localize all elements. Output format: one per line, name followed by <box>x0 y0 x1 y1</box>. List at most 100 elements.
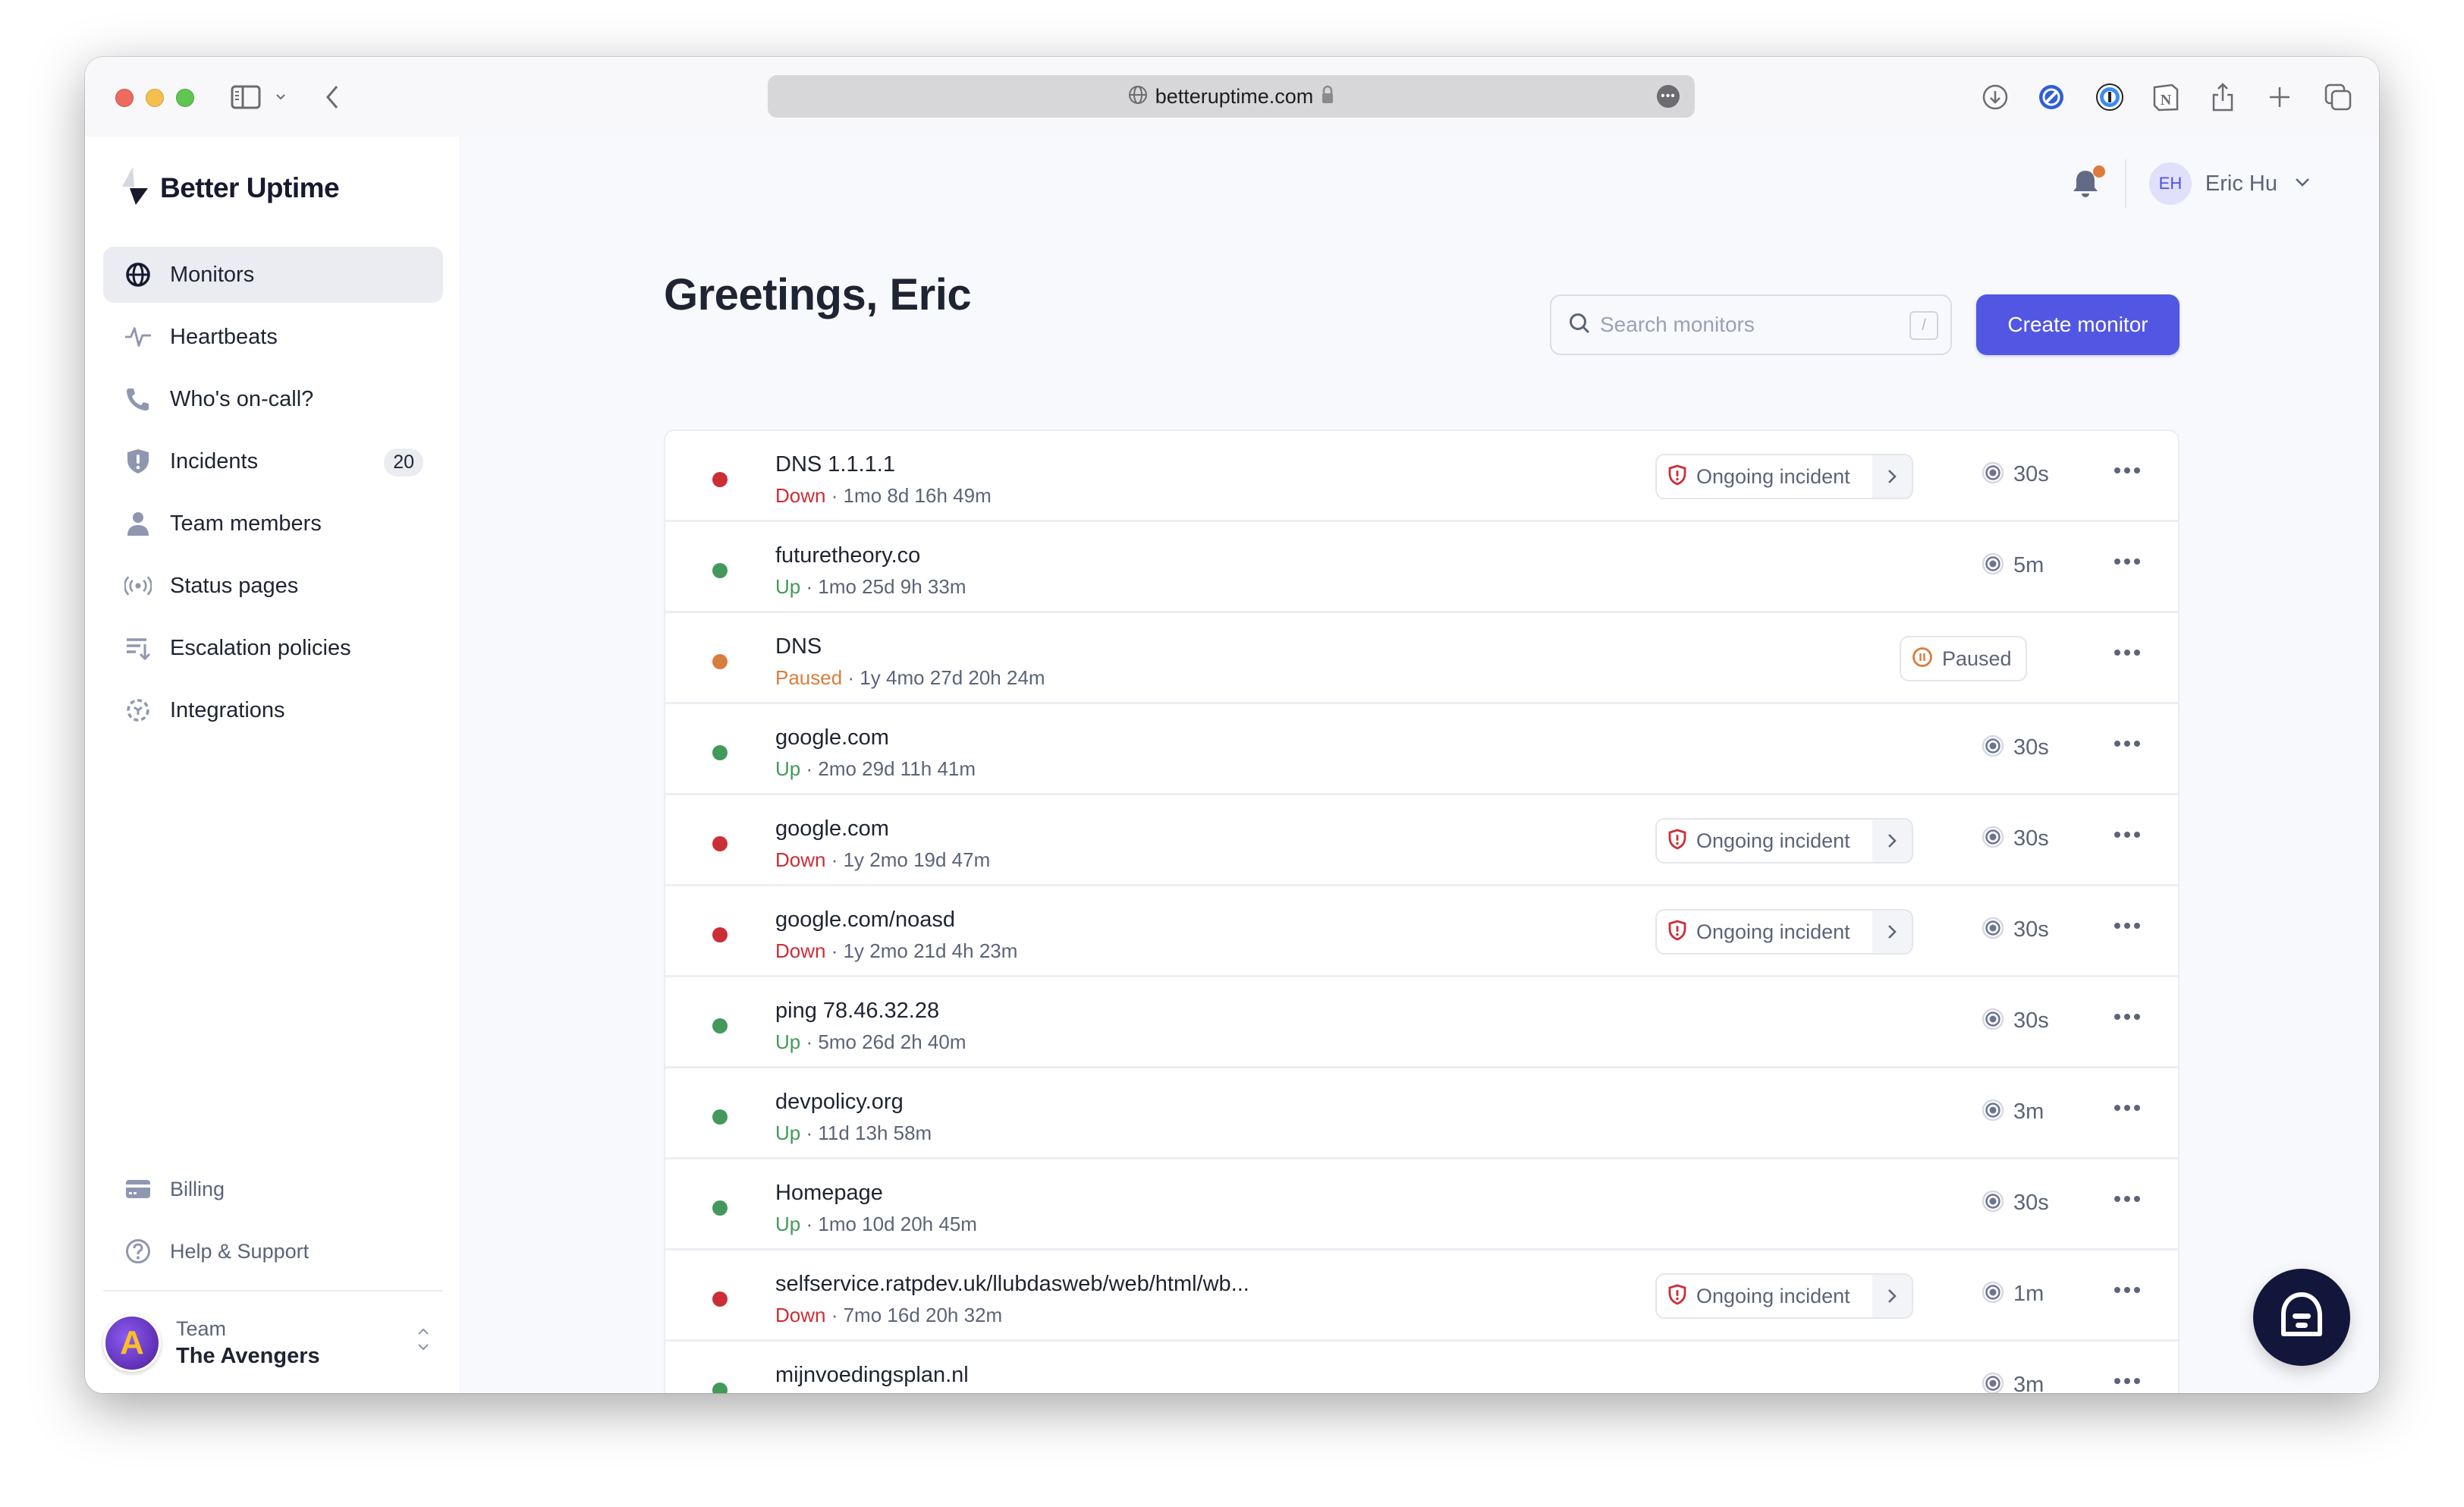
monitor-row[interactable]: devpolicy.org Up · 11d 13h 58m 3m <box>665 1068 2178 1159</box>
sidebar-item-incidents[interactable]: Incidents 20 <box>103 433 443 489</box>
back-icon[interactable] <box>325 80 340 115</box>
sidebar-item-on-call[interactable]: Who's on-call? <box>103 371 443 427</box>
monitor-name[interactable]: selfservice.ratpdev.uk/llubdasweb/web/ht… <box>775 1272 1249 1297</box>
team-switcher[interactable]: A Team The Avengers <box>103 1305 443 1381</box>
notifications-button[interactable] <box>2072 165 2105 199</box>
sidebar-item-escalation-policies[interactable]: Escalation policies <box>103 620 443 676</box>
monitor-name[interactable]: ping 78.46.32.28 <box>775 999 939 1024</box>
frequency-value: 3m <box>2013 1100 2044 1124</box>
more-options-button[interactable] <box>2114 1287 2140 1293</box>
address-bar[interactable]: betteruptime.com ••• <box>768 75 1695 118</box>
radar-icon <box>1982 1281 2004 1307</box>
monitor-name[interactable]: DNS <box>775 634 822 659</box>
monitor-row[interactable]: futuretheory.co Up · 1mo 25d 9h 33m 5m <box>665 522 2178 613</box>
sidebar-item-monitors[interactable]: Monitors <box>103 247 443 303</box>
monitor-row[interactable]: selfservice.ratpdev.uk/llubdasweb/web/ht… <box>665 1251 2178 1342</box>
ongoing-incident-button[interactable]: Ongoing incident <box>1655 818 1913 864</box>
sidebar-item-team-members[interactable]: Team members <box>103 496 443 552</box>
monitor-name[interactable]: Homepage <box>775 1181 883 1206</box>
more-options-button[interactable] <box>2114 741 2140 747</box>
monitor-row[interactable]: ping 78.46.32.28 Up · 5mo 26d 2h 40m 30s <box>665 977 2178 1068</box>
tabs-overview-icon[interactable] <box>2324 80 2352 115</box>
monitor-name[interactable]: futuretheory.co <box>775 543 920 568</box>
sidebar-toggle-icon[interactable] <box>231 80 261 115</box>
monitor-row[interactable]: DNS 1.1.1.1 Down · 1mo 8d 16h 49m Ongoing … <box>665 431 2178 522</box>
new-tab-icon[interactable] <box>2268 80 2291 115</box>
close-window-button[interactable] <box>115 89 134 107</box>
globe-icon <box>1128 85 1148 109</box>
more-options-button[interactable] <box>2114 467 2140 473</box>
dot <box>2124 650 2130 656</box>
dot <box>2114 558 2120 565</box>
maximize-window-button[interactable] <box>176 89 194 107</box>
status-dot <box>712 927 728 942</box>
password-manager-icon[interactable] <box>2095 80 2124 115</box>
search-input[interactable] <box>1600 313 1888 337</box>
sidebar-item-status-pages[interactable]: Status pages <box>103 558 443 614</box>
monitor-row[interactable]: google.com Down · 1y 2mo 19d 47m Ongoing i… <box>665 795 2178 886</box>
sidebar-nav: Monitors Heartbeats Who's on-call? Incid… <box>103 247 443 744</box>
help-circle-icon <box>124 1238 152 1265</box>
sidebar-item-label: Incidents <box>170 448 259 473</box>
monitor-row[interactable]: DNS Paused · 1y 4mo 27d 20h 24m Paused <box>665 613 2178 704</box>
notion-icon[interactable]: N <box>2152 80 2180 115</box>
dot <box>2134 832 2140 838</box>
url-text: betteruptime.com <box>1155 84 1314 108</box>
monitor-name[interactable]: devpolicy.org <box>775 1090 904 1115</box>
monitor-name[interactable]: google.com <box>775 816 889 842</box>
more-options-button[interactable] <box>2114 1378 2140 1384</box>
sidebar-item-billing[interactable]: Billing <box>103 1161 443 1217</box>
monitor-name[interactable]: mijnvoedingsplan.nl <box>775 1363 969 1388</box>
radar-icon <box>1982 1190 2004 1216</box>
more-options-button[interactable] <box>2114 1105 2140 1111</box>
monitor-duration: 1mo 25d 9h 33m <box>818 575 966 598</box>
dot <box>2134 1287 2140 1293</box>
ongoing-incident-button[interactable]: Ongoing incident <box>1655 454 1913 499</box>
monitor-row[interactable]: mijnvoedingsplan.nlUp3m <box>665 1342 2178 1393</box>
more-options-button[interactable] <box>2114 558 2140 565</box>
status-dot <box>712 654 728 669</box>
status-dot <box>712 745 728 760</box>
more-options-button[interactable] <box>2114 650 2140 656</box>
monitor-row[interactable]: google.com Up · 2mo 29d 11h 41m 30s <box>665 704 2178 795</box>
create-monitor-button[interactable]: Create monitor <box>1976 294 2180 355</box>
monitor-name[interactable]: DNS 1.1.1.1 <box>775 452 895 477</box>
dot <box>2114 1287 2120 1293</box>
paused-label: Paused <box>1942 647 2012 670</box>
sidebar-item-heartbeats[interactable]: Heartbeats <box>103 309 443 365</box>
monitor-name[interactable]: google.com/noasd <box>775 908 955 933</box>
brand-logo[interactable]: Better Uptime <box>119 167 340 209</box>
share-icon[interactable] <box>2211 80 2235 115</box>
dot <box>2134 741 2140 747</box>
more-options-button[interactable] <box>2114 1014 2140 1020</box>
adblock-icon[interactable] <box>2038 80 2065 115</box>
download-icon[interactable] <box>1982 80 2009 115</box>
phone-icon <box>124 385 152 413</box>
radar-icon <box>1982 1372 2004 1393</box>
more-options-button[interactable] <box>2114 1196 2140 1202</box>
monitor-name[interactable]: google.com <box>775 725 889 750</box>
sidebar-item-help[interactable]: Help & Support <box>103 1223 443 1279</box>
ongoing-incident-button[interactable]: Ongoing incident <box>1655 1273 1913 1319</box>
monitor-status: Up <box>775 1213 801 1235</box>
minimize-window-button[interactable] <box>146 89 164 107</box>
monitor-status: Down <box>775 939 826 962</box>
lock-icon <box>1321 85 1334 109</box>
sidebar-item-integrations[interactable]: Integrations <box>103 682 443 738</box>
support-chat-button[interactable] <box>2253 1269 2350 1366</box>
monitor-row[interactable]: google.com/noasd Down · 1y 2mo 21d 4h 23m… <box>665 886 2178 977</box>
page-options-icon[interactable]: ••• <box>1657 85 1680 108</box>
ongoing-incident-button[interactable]: Ongoing incident <box>1655 909 1913 955</box>
monitor-status-line: Up · 1mo 25d 9h 33m <box>775 575 966 598</box>
chevron-down-icon[interactable] <box>275 80 287 115</box>
monitor-status-line: Up · 5mo 26d 2h 40m <box>775 1030 966 1053</box>
more-options-button[interactable] <box>2114 923 2140 929</box>
more-options-button[interactable] <box>2114 832 2140 838</box>
user-menu[interactable]: EH Eric Hu <box>2148 162 2311 205</box>
monitor-status-line: Up · 11d 13h 58m <box>775 1122 932 1144</box>
search-box[interactable]: / <box>1550 294 1952 355</box>
paused-badge[interactable]: Paused <box>1900 636 2027 681</box>
sidebar-item-label: Help & Support <box>170 1239 310 1263</box>
frequency-value: 30s <box>2013 462 2049 486</box>
monitor-row[interactable]: Homepage Up · 1mo 10d 20h 45m 30s <box>665 1159 2178 1251</box>
